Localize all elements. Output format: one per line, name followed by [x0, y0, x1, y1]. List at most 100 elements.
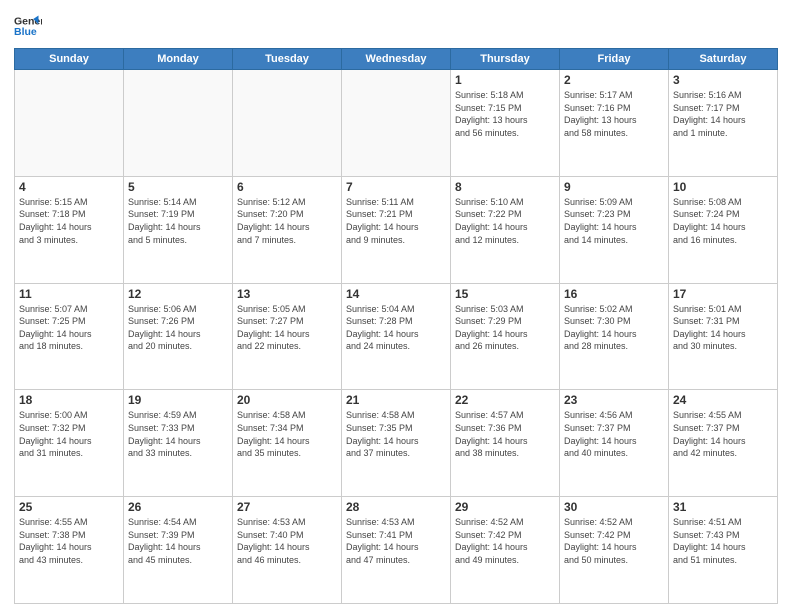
day-info: Sunrise: 4:53 AM Sunset: 7:40 PM Dayligh… [237, 516, 337, 566]
day-info: Sunrise: 5:06 AM Sunset: 7:26 PM Dayligh… [128, 303, 228, 353]
day-number: 24 [673, 393, 773, 407]
day-info: Sunrise: 5:10 AM Sunset: 7:22 PM Dayligh… [455, 196, 555, 246]
calendar-cell: 10Sunrise: 5:08 AM Sunset: 7:24 PM Dayli… [669, 176, 778, 283]
day-info: Sunrise: 5:01 AM Sunset: 7:31 PM Dayligh… [673, 303, 773, 353]
day-number: 6 [237, 180, 337, 194]
day-info: Sunrise: 4:53 AM Sunset: 7:41 PM Dayligh… [346, 516, 446, 566]
day-info: Sunrise: 5:15 AM Sunset: 7:18 PM Dayligh… [19, 196, 119, 246]
day-number: 11 [19, 287, 119, 301]
calendar-cell: 22Sunrise: 4:57 AM Sunset: 7:36 PM Dayli… [451, 390, 560, 497]
header: General Blue [14, 12, 778, 40]
logo: General Blue [14, 12, 42, 40]
day-info: Sunrise: 4:56 AM Sunset: 7:37 PM Dayligh… [564, 409, 664, 459]
day-number: 3 [673, 73, 773, 87]
calendar-cell: 28 Sunrise: 4:53 AM Sunset: 7:41 PM Dayli… [342, 497, 451, 604]
svg-text:Blue: Blue [14, 26, 37, 38]
day-number: 14 [346, 287, 446, 301]
day-info: Sunrise: 4:59 AM Sunset: 7:33 PM Dayligh… [128, 409, 228, 459]
day-number: 27 [237, 500, 337, 514]
calendar-cell: 20 Sunrise: 4:58 AM Sunset: 7:34 PM Dayli… [233, 390, 342, 497]
day-info: Sunrise: 4:57 AM Sunset: 7:36 PM Dayligh… [455, 409, 555, 459]
day-number: 31 [673, 500, 773, 514]
calendar-cell: 23 Sunrise: 4:56 AM Sunset: 7:37 PM Dayli… [560, 390, 669, 497]
day-number: 1 [455, 73, 555, 87]
day-number: 9 [564, 180, 664, 194]
calendar-cell: 6 Sunrise: 5:12 AM Sunset: 7:20 PM Daylig… [233, 176, 342, 283]
day-info: Sunrise: 5:18 AM Sunset: 7:15 PM Dayligh… [455, 89, 555, 139]
day-info: Sunrise: 5:02 AM Sunset: 7:30 PM Dayligh… [564, 303, 664, 353]
calendar-cell: 4 Sunrise: 5:15 AM Sunset: 7:18 PM Daylig… [15, 176, 124, 283]
day-info: Sunrise: 4:58 AM Sunset: 7:34 PM Dayligh… [237, 409, 337, 459]
calendar-cell: 31Sunrise: 4:51 AM Sunset: 7:43 PM Dayli… [669, 497, 778, 604]
day-number: 7 [346, 180, 446, 194]
day-number: 23 [564, 393, 664, 407]
day-number: 18 [19, 393, 119, 407]
day-number: 25 [19, 500, 119, 514]
calendar-cell: 13 Sunrise: 5:05 AM Sunset: 7:27 PM Dayli… [233, 283, 342, 390]
calendar-cell: 21Sunrise: 4:58 AM Sunset: 7:35 PM Dayli… [342, 390, 451, 497]
day-info: Sunrise: 5:14 AM Sunset: 7:19 PM Dayligh… [128, 196, 228, 246]
calendar-cell [15, 70, 124, 177]
calendar-cell: 26 Sunrise: 4:54 AM Sunset: 7:39 PM Dayli… [124, 497, 233, 604]
day-number: 2 [564, 73, 664, 87]
day-number: 20 [237, 393, 337, 407]
page: General Blue SundayMondayTuesdayWednesda… [0, 0, 792, 612]
weekday-header-monday: Monday [124, 49, 233, 70]
calendar-cell: 25 Sunrise: 4:55 AM Sunset: 7:38 PM Dayli… [15, 497, 124, 604]
day-info: Sunrise: 4:58 AM Sunset: 7:35 PM Dayligh… [346, 409, 446, 459]
weekday-header-row: SundayMondayTuesdayWednesdayThursdayFrid… [15, 49, 778, 70]
calendar-cell: 30Sunrise: 4:52 AM Sunset: 7:42 PM Dayli… [560, 497, 669, 604]
calendar-cell [233, 70, 342, 177]
day-info: Sunrise: 5:16 AM Sunset: 7:17 PM Dayligh… [673, 89, 773, 139]
day-info: Sunrise: 5:12 AM Sunset: 7:20 PM Dayligh… [237, 196, 337, 246]
day-number: 30 [564, 500, 664, 514]
day-info: Sunrise: 5:08 AM Sunset: 7:24 PM Dayligh… [673, 196, 773, 246]
day-info: Sunrise: 5:09 AM Sunset: 7:23 PM Dayligh… [564, 196, 664, 246]
day-number: 4 [19, 180, 119, 194]
calendar-cell: 3 Sunrise: 5:16 AM Sunset: 7:17 PM Daylig… [669, 70, 778, 177]
day-number: 8 [455, 180, 555, 194]
day-info: Sunrise: 5:05 AM Sunset: 7:27 PM Dayligh… [237, 303, 337, 353]
calendar-cell: 9 Sunrise: 5:09 AM Sunset: 7:23 PM Daylig… [560, 176, 669, 283]
calendar-week-2: 4 Sunrise: 5:15 AM Sunset: 7:18 PM Daylig… [15, 176, 778, 283]
day-info: Sunrise: 5:00 AM Sunset: 7:32 PM Dayligh… [19, 409, 119, 459]
weekday-header-tuesday: Tuesday [233, 49, 342, 70]
day-number: 26 [128, 500, 228, 514]
calendar-cell: 15 Sunrise: 5:03 AM Sunset: 7:29 PM Dayli… [451, 283, 560, 390]
calendar-cell [124, 70, 233, 177]
day-info: Sunrise: 4:52 AM Sunset: 7:42 PM Dayligh… [455, 516, 555, 566]
day-number: 5 [128, 180, 228, 194]
calendar-week-5: 25 Sunrise: 4:55 AM Sunset: 7:38 PM Dayli… [15, 497, 778, 604]
day-info: Sunrise: 5:03 AM Sunset: 7:29 PM Dayligh… [455, 303, 555, 353]
day-number: 28 [346, 500, 446, 514]
day-number: 15 [455, 287, 555, 301]
day-info: Sunrise: 5:17 AM Sunset: 7:16 PM Dayligh… [564, 89, 664, 139]
calendar-cell: 19 Sunrise: 4:59 AM Sunset: 7:33 PM Dayli… [124, 390, 233, 497]
calendar-cell: 17 Sunrise: 5:01 AM Sunset: 7:31 PM Dayli… [669, 283, 778, 390]
calendar-cell: 12Sunrise: 5:06 AM Sunset: 7:26 PM Dayli… [124, 283, 233, 390]
day-number: 13 [237, 287, 337, 301]
day-info: Sunrise: 4:54 AM Sunset: 7:39 PM Dayligh… [128, 516, 228, 566]
day-info: Sunrise: 4:55 AM Sunset: 7:37 PM Dayligh… [673, 409, 773, 459]
calendar-week-1: 1 Sunrise: 5:18 AM Sunset: 7:15 PM Daylig… [15, 70, 778, 177]
calendar-week-4: 18 Sunrise: 5:00 AM Sunset: 7:32 PM Dayli… [15, 390, 778, 497]
day-info: Sunrise: 4:55 AM Sunset: 7:38 PM Dayligh… [19, 516, 119, 566]
day-number: 17 [673, 287, 773, 301]
calendar-cell: 11 Sunrise: 5:07 AM Sunset: 7:25 PM Dayli… [15, 283, 124, 390]
day-number: 19 [128, 393, 228, 407]
day-number: 29 [455, 500, 555, 514]
day-info: Sunrise: 5:07 AM Sunset: 7:25 PM Dayligh… [19, 303, 119, 353]
calendar-cell: 8 Sunrise: 5:10 AM Sunset: 7:22 PM Daylig… [451, 176, 560, 283]
calendar-cell: 18 Sunrise: 5:00 AM Sunset: 7:32 PM Dayli… [15, 390, 124, 497]
calendar-week-3: 11 Sunrise: 5:07 AM Sunset: 7:25 PM Dayli… [15, 283, 778, 390]
calendar-cell: 2 Sunrise: 5:17 AM Sunset: 7:16 PM Daylig… [560, 70, 669, 177]
weekday-header-friday: Friday [560, 49, 669, 70]
calendar-cell: 7Sunrise: 5:11 AM Sunset: 7:21 PM Daylig… [342, 176, 451, 283]
weekday-header-sunday: Sunday [15, 49, 124, 70]
day-number: 16 [564, 287, 664, 301]
calendar-cell: 24 Sunrise: 4:55 AM Sunset: 7:37 PM Dayli… [669, 390, 778, 497]
calendar-cell: 14 Sunrise: 5:04 AM Sunset: 7:28 PM Dayli… [342, 283, 451, 390]
weekday-header-saturday: Saturday [669, 49, 778, 70]
calendar-cell [342, 70, 451, 177]
day-info: Sunrise: 5:04 AM Sunset: 7:28 PM Dayligh… [346, 303, 446, 353]
